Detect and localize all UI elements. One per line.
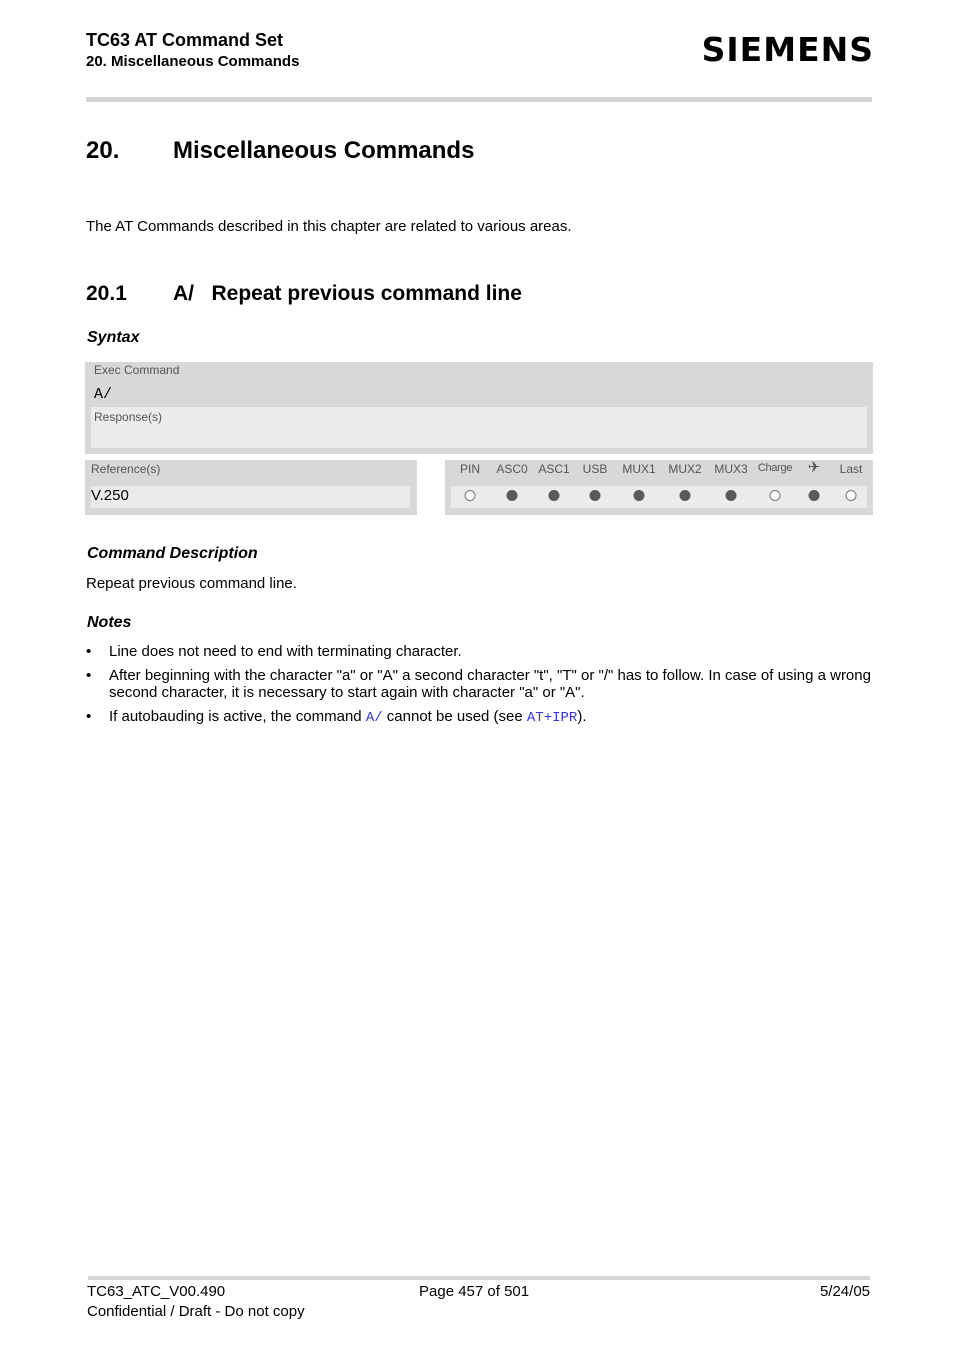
link-at-ipr[interactable]: AT+IPR [527, 710, 577, 726]
note-text-post: ). [577, 708, 587, 725]
note-text-mid: cannot be used (see [382, 708, 527, 725]
flag-dot-mux1 [633, 490, 645, 501]
siemens-logo: SIEMENS [701, 30, 874, 69]
flag-dot-airplane [808, 490, 820, 501]
flag-label-mux1: MUX1 [622, 462, 656, 476]
notes-heading: Notes [87, 614, 132, 631]
flag-label-usb: USB [582, 462, 608, 476]
flag-dot-charge [769, 490, 781, 501]
note-text: Line does not need to end with terminati… [109, 643, 462, 660]
flag-dot-asc1 [548, 490, 560, 501]
description-heading: Command Description [87, 545, 258, 562]
exec-command-label: Exec Command [94, 363, 180, 377]
chapter-heading: 20. Miscellaneous Commands [86, 137, 474, 165]
flag-dot-mux2 [679, 490, 691, 501]
document-title: TC63 AT Command Set [86, 30, 284, 50]
description-text: Repeat previous command line. [86, 575, 297, 592]
flag-dot-usb [589, 490, 601, 501]
footer-divider [88, 1276, 870, 1280]
section-title: A/ Repeat previous command line [173, 282, 522, 305]
reference-label: Reference(s) [91, 462, 161, 476]
response-cell [91, 407, 867, 448]
reference-value: V.250 [91, 487, 129, 504]
list-item: • Line does not need to end with termina… [86, 643, 876, 660]
notes-list: • Line does not need to end with termina… [86, 643, 876, 734]
exec-command-value: A/ [94, 386, 113, 403]
flag-label-charge: Charge [757, 462, 793, 474]
bullet-icon: • [86, 643, 92, 660]
link-a-slash[interactable]: A/ [366, 710, 383, 726]
flag-dot-last [845, 490, 857, 501]
chapter-title: Miscellaneous Commands [173, 137, 475, 164]
note-text: After beginning with the character "a" o… [109, 667, 871, 701]
section-number: 20.1 [86, 282, 127, 305]
flag-dot-pin [464, 490, 476, 501]
footer-doc-id: TC63_ATC_V00.490 [87, 1283, 226, 1300]
flag-label-pin: PIN [459, 462, 481, 476]
section-heading: 20.1 A/ Repeat previous command line [86, 282, 522, 306]
syntax-heading: Syntax [87, 329, 140, 346]
header-divider [86, 97, 872, 102]
reference-value-cell [91, 486, 410, 508]
note-text-pre: If autobauding is active, the command [109, 708, 366, 725]
chapter-intro: The AT Commands described in this chapte… [86, 218, 572, 235]
bullet-icon: • [86, 667, 92, 684]
flag-label-asc0: ASC0 [496, 462, 528, 476]
airplane-icon: ✈ [807, 459, 821, 476]
list-item: • If autobauding is active, the command … [86, 708, 876, 727]
flag-label-mux2: MUX2 [668, 462, 702, 476]
footer-confidential: Confidential / Draft - Do not copy [87, 1303, 305, 1320]
chapter-subtitle: 20. Miscellaneous Commands [86, 53, 300, 70]
flag-label-asc1: ASC1 [538, 462, 570, 476]
list-item: • After beginning with the character "a"… [86, 667, 876, 701]
bullet-icon: • [86, 708, 92, 725]
flag-label-last: Last [839, 462, 863, 476]
chapter-number: 20. [86, 137, 120, 164]
footer-page-number: Page 457 of 501 [419, 1283, 530, 1300]
response-label: Response(s) [94, 410, 163, 424]
flag-dot-asc0 [506, 490, 518, 501]
flag-label-mux3: MUX3 [714, 462, 748, 476]
flag-dot-mux3 [725, 490, 737, 501]
footer-date: 5/24/05 [819, 1283, 870, 1300]
